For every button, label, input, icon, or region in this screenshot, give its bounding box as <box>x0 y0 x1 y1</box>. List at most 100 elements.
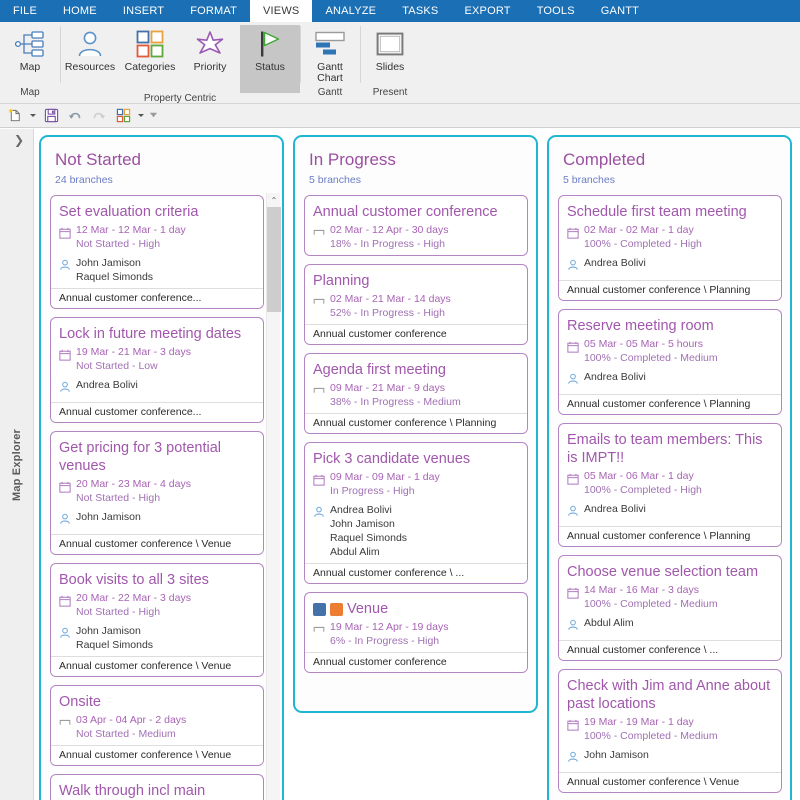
column-branch-count: 5 branches <box>309 174 361 186</box>
task-card-meta-text: 19 Mar - 21 Mar - 3 days Not Started - Lo… <box>76 346 191 373</box>
column-header: In Progress 5 branches <box>295 137 536 192</box>
expand-explorer-icon[interactable]: ❯ <box>14 133 24 147</box>
task-card-path: Annual customer conference... <box>51 288 263 308</box>
person-icon <box>567 618 579 635</box>
ribbon-tab-tools[interactable]: TOOLS <box>524 0 588 22</box>
column-title: In Progress <box>309 150 396 169</box>
status-column-not-started: Not Started 24 branches Set evaluation cri… <box>39 135 284 800</box>
task-card[interactable]: Book visits to all 3 sites 20 Mar - 22 Ma… <box>50 563 264 677</box>
task-card-body: Choose venue selection team 14 Mar - 16 M… <box>559 556 781 640</box>
task-card-schedule: 19 Mar - 21 Mar - 3 days Not Started - Lo… <box>59 346 255 373</box>
task-card-schedule: 19 Mar - 12 Apr - 19 days 6% - In Progres… <box>313 621 519 648</box>
ribbon-tab-views[interactable]: VIEWS <box>250 0 313 22</box>
new-document-icon[interactable] <box>4 106 26 126</box>
resource-name-list: Abdul Alim <box>584 616 634 630</box>
task-card-title-row: Lock in future meeting dates <box>59 325 255 343</box>
task-card[interactable]: Reserve meeting room 05 Mar - 05 Mar - 5 … <box>558 309 782 415</box>
task-card-title-row: Book visits to all 3 sites <box>59 571 255 589</box>
task-card-schedule: 05 Mar - 06 Mar - 1 day 100% - Completed … <box>567 470 773 497</box>
ribbon-button-gantt-chart[interactable]: Gantt Chart <box>300 25 360 86</box>
task-card-meta-text: 05 Mar - 05 Mar - 5 hours 100% - Complete… <box>584 338 718 365</box>
task-card[interactable]: Onsite 03 Apr - 04 Apr - 2 days Not Starte… <box>50 685 264 766</box>
ribbon-button-status[interactable]: Status <box>240 25 300 93</box>
resource-icon-slot <box>59 256 76 276</box>
task-card-status: 38% - In Progress - Medium <box>330 395 461 408</box>
task-card-status: 100% - Completed - Medium <box>584 729 718 742</box>
task-card-dates: 20 Mar - 22 Mar - 3 days <box>76 592 191 604</box>
task-card-status: 52% - In Progress - High <box>330 306 445 319</box>
ribbon-button-map[interactable]: Map <box>0 25 60 75</box>
task-card-path: Annual customer conference \ Planning <box>305 413 527 433</box>
column-vertical-scrollbar[interactable]: ⌃⌄ <box>266 193 281 800</box>
task-card[interactable]: Get pricing for 3 potential venues 20 Mar… <box>50 431 264 555</box>
task-card-title-row: Pick 3 candidate venues <box>313 450 519 468</box>
ribbon-button-resources[interactable]: Resources <box>60 25 120 75</box>
ribbon-tab-gantt[interactable]: GANTT <box>588 0 652 22</box>
scrollbar-thumb[interactable] <box>267 207 281 312</box>
resource-name-list: John Jamison Raquel Simonds <box>76 624 153 652</box>
task-card[interactable]: Set evaluation criteria 12 Mar - 12 Mar -… <box>50 195 264 309</box>
ribbon-tab-insert[interactable]: INSERT <box>110 0 177 22</box>
task-card[interactable]: Pick 3 candidate venues 09 Mar - 09 Mar -… <box>304 442 528 584</box>
resource-name: John Jamison <box>76 625 141 637</box>
task-card-dates: 09 Mar - 09 Mar - 1 day <box>330 471 440 483</box>
resource-icon-slot <box>59 624 76 644</box>
map-explorer-rail[interactable]: ❯ Map Explorer <box>0 129 34 800</box>
task-card-body: Reserve meeting room 05 Mar - 05 Mar - 5 … <box>559 310 781 394</box>
summary-bracket-icon <box>313 295 325 312</box>
schedule-icon-slot <box>59 346 76 366</box>
summary-bracket-icon <box>313 384 325 401</box>
resource-name: Andrea Bolivi <box>330 504 392 516</box>
task-card-schedule: 12 Mar - 12 Mar - 1 day Not Started - Hig… <box>59 224 255 251</box>
task-card-resources: John Jamison <box>567 748 773 768</box>
task-card-schedule: 09 Mar - 09 Mar - 1 day In Progress - Hig… <box>313 471 519 498</box>
ribbon-button-categories[interactable]: Categories <box>120 25 180 75</box>
ribbon-group-gantt: Gantt Chart Gantt <box>300 22 360 103</box>
task-card-body: Get pricing for 3 potential venues 20 Mar… <box>51 432 263 534</box>
task-card-meta-text: 05 Mar - 06 Mar - 1 day 100% - Completed … <box>584 470 702 497</box>
task-card-dates: 02 Mar - 02 Mar - 1 day <box>584 224 694 236</box>
task-card[interactable]: Lock in future meeting dates 19 Mar - 21 … <box>50 317 264 423</box>
task-card[interactable]: Planning 02 Mar - 21 Mar - 14 days 52% - I… <box>304 264 528 345</box>
task-card-title-row: Agenda first meeting <box>313 361 519 379</box>
ribbon-tab-export[interactable]: EXPORT <box>451 0 523 22</box>
task-card[interactable]: Agenda first meeting 09 Mar - 21 Mar - 9 … <box>304 353 528 434</box>
ribbon-tab-analyze[interactable]: ANALYZE <box>312 0 389 22</box>
resource-icon-slot <box>567 616 584 636</box>
new-document-dropdown[interactable] <box>28 106 38 126</box>
ribbon-tab-tasks[interactable]: TASKS <box>389 0 451 22</box>
ribbon-tab-home[interactable]: HOME <box>50 0 110 22</box>
ribbon-tab-format[interactable]: FORMAT <box>177 0 250 22</box>
task-card-status: 100% - Completed - Medium <box>584 597 718 610</box>
ribbon-group-items: Slides <box>360 22 420 87</box>
task-card[interactable]: Venue 19 Mar - 12 Apr - 19 days 6% - In Pr… <box>304 592 528 673</box>
task-card-status: 6% - In Progress - High <box>330 634 440 647</box>
task-card[interactable]: Walk through incl main <box>50 774 264 800</box>
task-card-title-row: Planning <box>313 272 519 290</box>
task-card-title-row: Venue <box>313 600 519 618</box>
ribbon-button-priority[interactable]: Priority <box>180 25 240 75</box>
save-icon[interactable] <box>40 106 62 126</box>
task-card[interactable]: Schedule first team meeting 02 Mar - 02 M… <box>558 195 782 301</box>
task-card-schedule: 20 Mar - 22 Mar - 3 days Not Started - Hi… <box>59 592 255 619</box>
scroll-up-button[interactable]: ⌃ <box>267 193 281 207</box>
task-card[interactable]: Check with Jim and Anne about past locat… <box>558 669 782 793</box>
ribbon-button-slides[interactable]: Slides <box>360 25 420 75</box>
column-title: Not Started <box>55 150 141 169</box>
ribbon-button-label: Gantt Chart <box>317 61 343 84</box>
resource-icon-slot <box>59 378 76 398</box>
calendar-icon <box>59 480 71 497</box>
task-card-body: Pick 3 candidate venues 09 Mar - 09 Mar -… <box>305 443 527 563</box>
calendar-icon <box>313 473 325 490</box>
ribbon-tab-file[interactable]: FILE <box>0 0 50 22</box>
task-card[interactable]: Emails to team members: This is IMPT!! 05… <box>558 423 782 547</box>
task-card[interactable]: Annual customer conference 02 Mar - 12 Ap… <box>304 195 528 256</box>
task-card-resources: Andrea Bolivi <box>567 256 773 276</box>
schedule-icon-slot <box>567 224 584 244</box>
schedule-icon-slot <box>59 714 76 734</box>
resource-name: Raquel Simonds <box>76 271 154 283</box>
task-card[interactable]: Choose venue selection team 14 Mar - 16 M… <box>558 555 782 661</box>
summary-bracket-icon <box>313 623 325 640</box>
task-card-dates: 19 Mar - 21 Mar - 3 days <box>76 346 191 358</box>
task-card-dates: 03 Apr - 04 Apr - 2 days <box>76 714 187 726</box>
